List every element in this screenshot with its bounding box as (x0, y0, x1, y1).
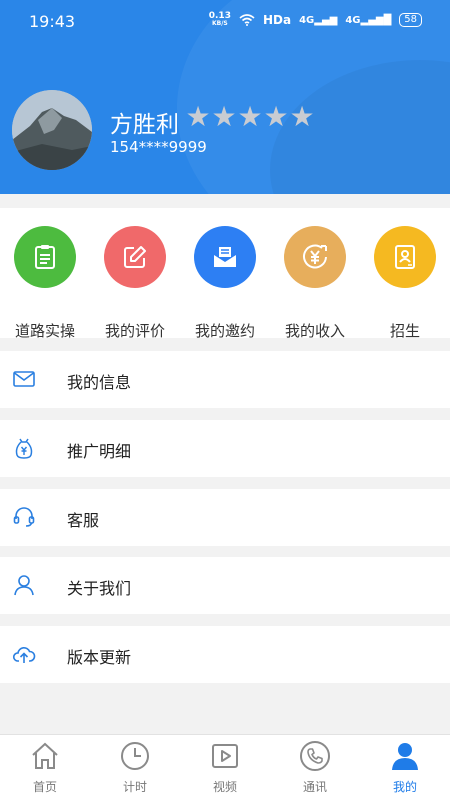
tab-timer[interactable]: 计时 (90, 735, 180, 800)
menu-item-promotion-details[interactable]: 推广明细 (0, 420, 450, 477)
status-bar: 19:43 0.13 KB/S HDa 4G▂▄▆ 4G▂▄▆█ 58 (0, 0, 450, 44)
cloud-upload-icon (12, 647, 36, 663)
status-time: 19:43 (29, 12, 76, 31)
battery-level: 58 (404, 14, 417, 25)
edit-icon (124, 246, 146, 268)
headset-icon (13, 507, 35, 527)
envelope-open-icon (214, 247, 236, 267)
menu-item-label: 客服 (67, 511, 100, 530)
profile-name: 方胜利 (110, 112, 179, 138)
shortcut-label: 我的邀约 (194, 322, 255, 340)
signal-icon: 4G▂▄▆ (299, 14, 338, 26)
profile-header: 19:43 0.13 KB/S HDa 4G▂▄▆ 4G▂▄▆█ 58 方胜利 … (0, 0, 450, 194)
network-speed: 0.13 KB/S (209, 12, 231, 28)
menu-item-label: 推广明细 (67, 442, 132, 461)
network-speed-unit: KB/S (211, 20, 228, 27)
signal-label: 4G (345, 14, 361, 26)
phone-icon (300, 741, 330, 771)
star-icon: ★ (237, 100, 263, 133)
shortcut-enrollment[interactable]: 招生 (360, 226, 450, 340)
person-icon (392, 743, 418, 770)
shortcut-my-income[interactable]: 我的收入 (270, 226, 360, 340)
signal-icon: 4G▂▄▆█ (345, 14, 392, 26)
shortcut-road-practice[interactable]: 道路实操 (0, 226, 90, 340)
status-indicators: 0.13 KB/S HDa 4G▂▄▆ 4G▂▄▆█ 58 (209, 12, 422, 28)
avatar[interactable] (12, 90, 92, 170)
profile-phone: 154****9999 (110, 138, 207, 156)
tab-home[interactable]: 首页 (0, 735, 90, 800)
shortcut-icon-bg (194, 226, 256, 288)
tab-contacts[interactable]: 通讯 (270, 735, 360, 800)
menu-item-label: 版本更新 (67, 648, 132, 667)
shortcut-label: 我的收入 (284, 322, 345, 340)
network-speed-value: 0.13 (208, 11, 231, 21)
shortcut-my-invitations[interactable]: 我的邀约 (180, 226, 270, 340)
star-icon: ★ (289, 100, 315, 133)
tab-label: 我的 (392, 780, 417, 794)
shortcut-icon-bg (104, 226, 166, 288)
shortcut-icon-bg (374, 226, 436, 288)
clock-icon (121, 742, 149, 770)
menu-item-about-us[interactable]: 关于我们 (0, 557, 450, 614)
shortcut-label: 我的评价 (104, 322, 165, 340)
menu-item-version-update[interactable]: 版本更新 (0, 626, 450, 683)
menu-item-label: 关于我们 (67, 579, 132, 598)
home-icon (32, 742, 58, 769)
shortcut-label: 招生 (389, 322, 420, 340)
shortcut-grid: 道路实操 我的评价 我的邀约 我的收入 招生 (0, 208, 450, 340)
shortcut-icon-bg (284, 226, 346, 288)
tab-label: 视频 (212, 780, 237, 794)
wifi-icon (239, 14, 255, 26)
signal-label: 4G (299, 14, 315, 26)
rating-stars: ★ ★ ★ ★ ★ (185, 102, 315, 132)
star-icon: ★ (185, 100, 211, 133)
star-icon: ★ (263, 100, 289, 133)
hd-indicator: HDa (262, 13, 292, 27)
video-icon (212, 744, 238, 768)
star-icon: ★ (211, 100, 237, 133)
tab-video[interactable]: 视频 (180, 735, 270, 800)
menu-item-label: 我的信息 (67, 373, 132, 392)
tab-label: 首页 (32, 780, 57, 794)
id-card-icon (395, 245, 415, 269)
bottom-tab-bar: 首页 计时 视频 通讯 我的 (0, 734, 450, 800)
tab-label: 通讯 (302, 780, 327, 794)
tab-mine[interactable]: 我的 (360, 735, 450, 800)
tab-label: 计时 (122, 780, 147, 794)
mail-icon (13, 371, 35, 387)
avatar-image (12, 90, 92, 170)
shortcut-icon-bg (14, 226, 76, 288)
clipboard-icon (35, 245, 55, 269)
yuan-income-icon (303, 244, 327, 269)
battery-icon: 58 (399, 13, 422, 27)
menu-item-customer-service[interactable]: 客服 (0, 489, 450, 546)
menu-item-my-info[interactable]: 我的信息 (0, 351, 450, 408)
user-icon (14, 575, 34, 596)
shortcut-label: 道路实操 (14, 322, 75, 340)
yuan-bag-icon (15, 438, 33, 459)
shortcut-my-reviews[interactable]: 我的评价 (90, 226, 180, 340)
